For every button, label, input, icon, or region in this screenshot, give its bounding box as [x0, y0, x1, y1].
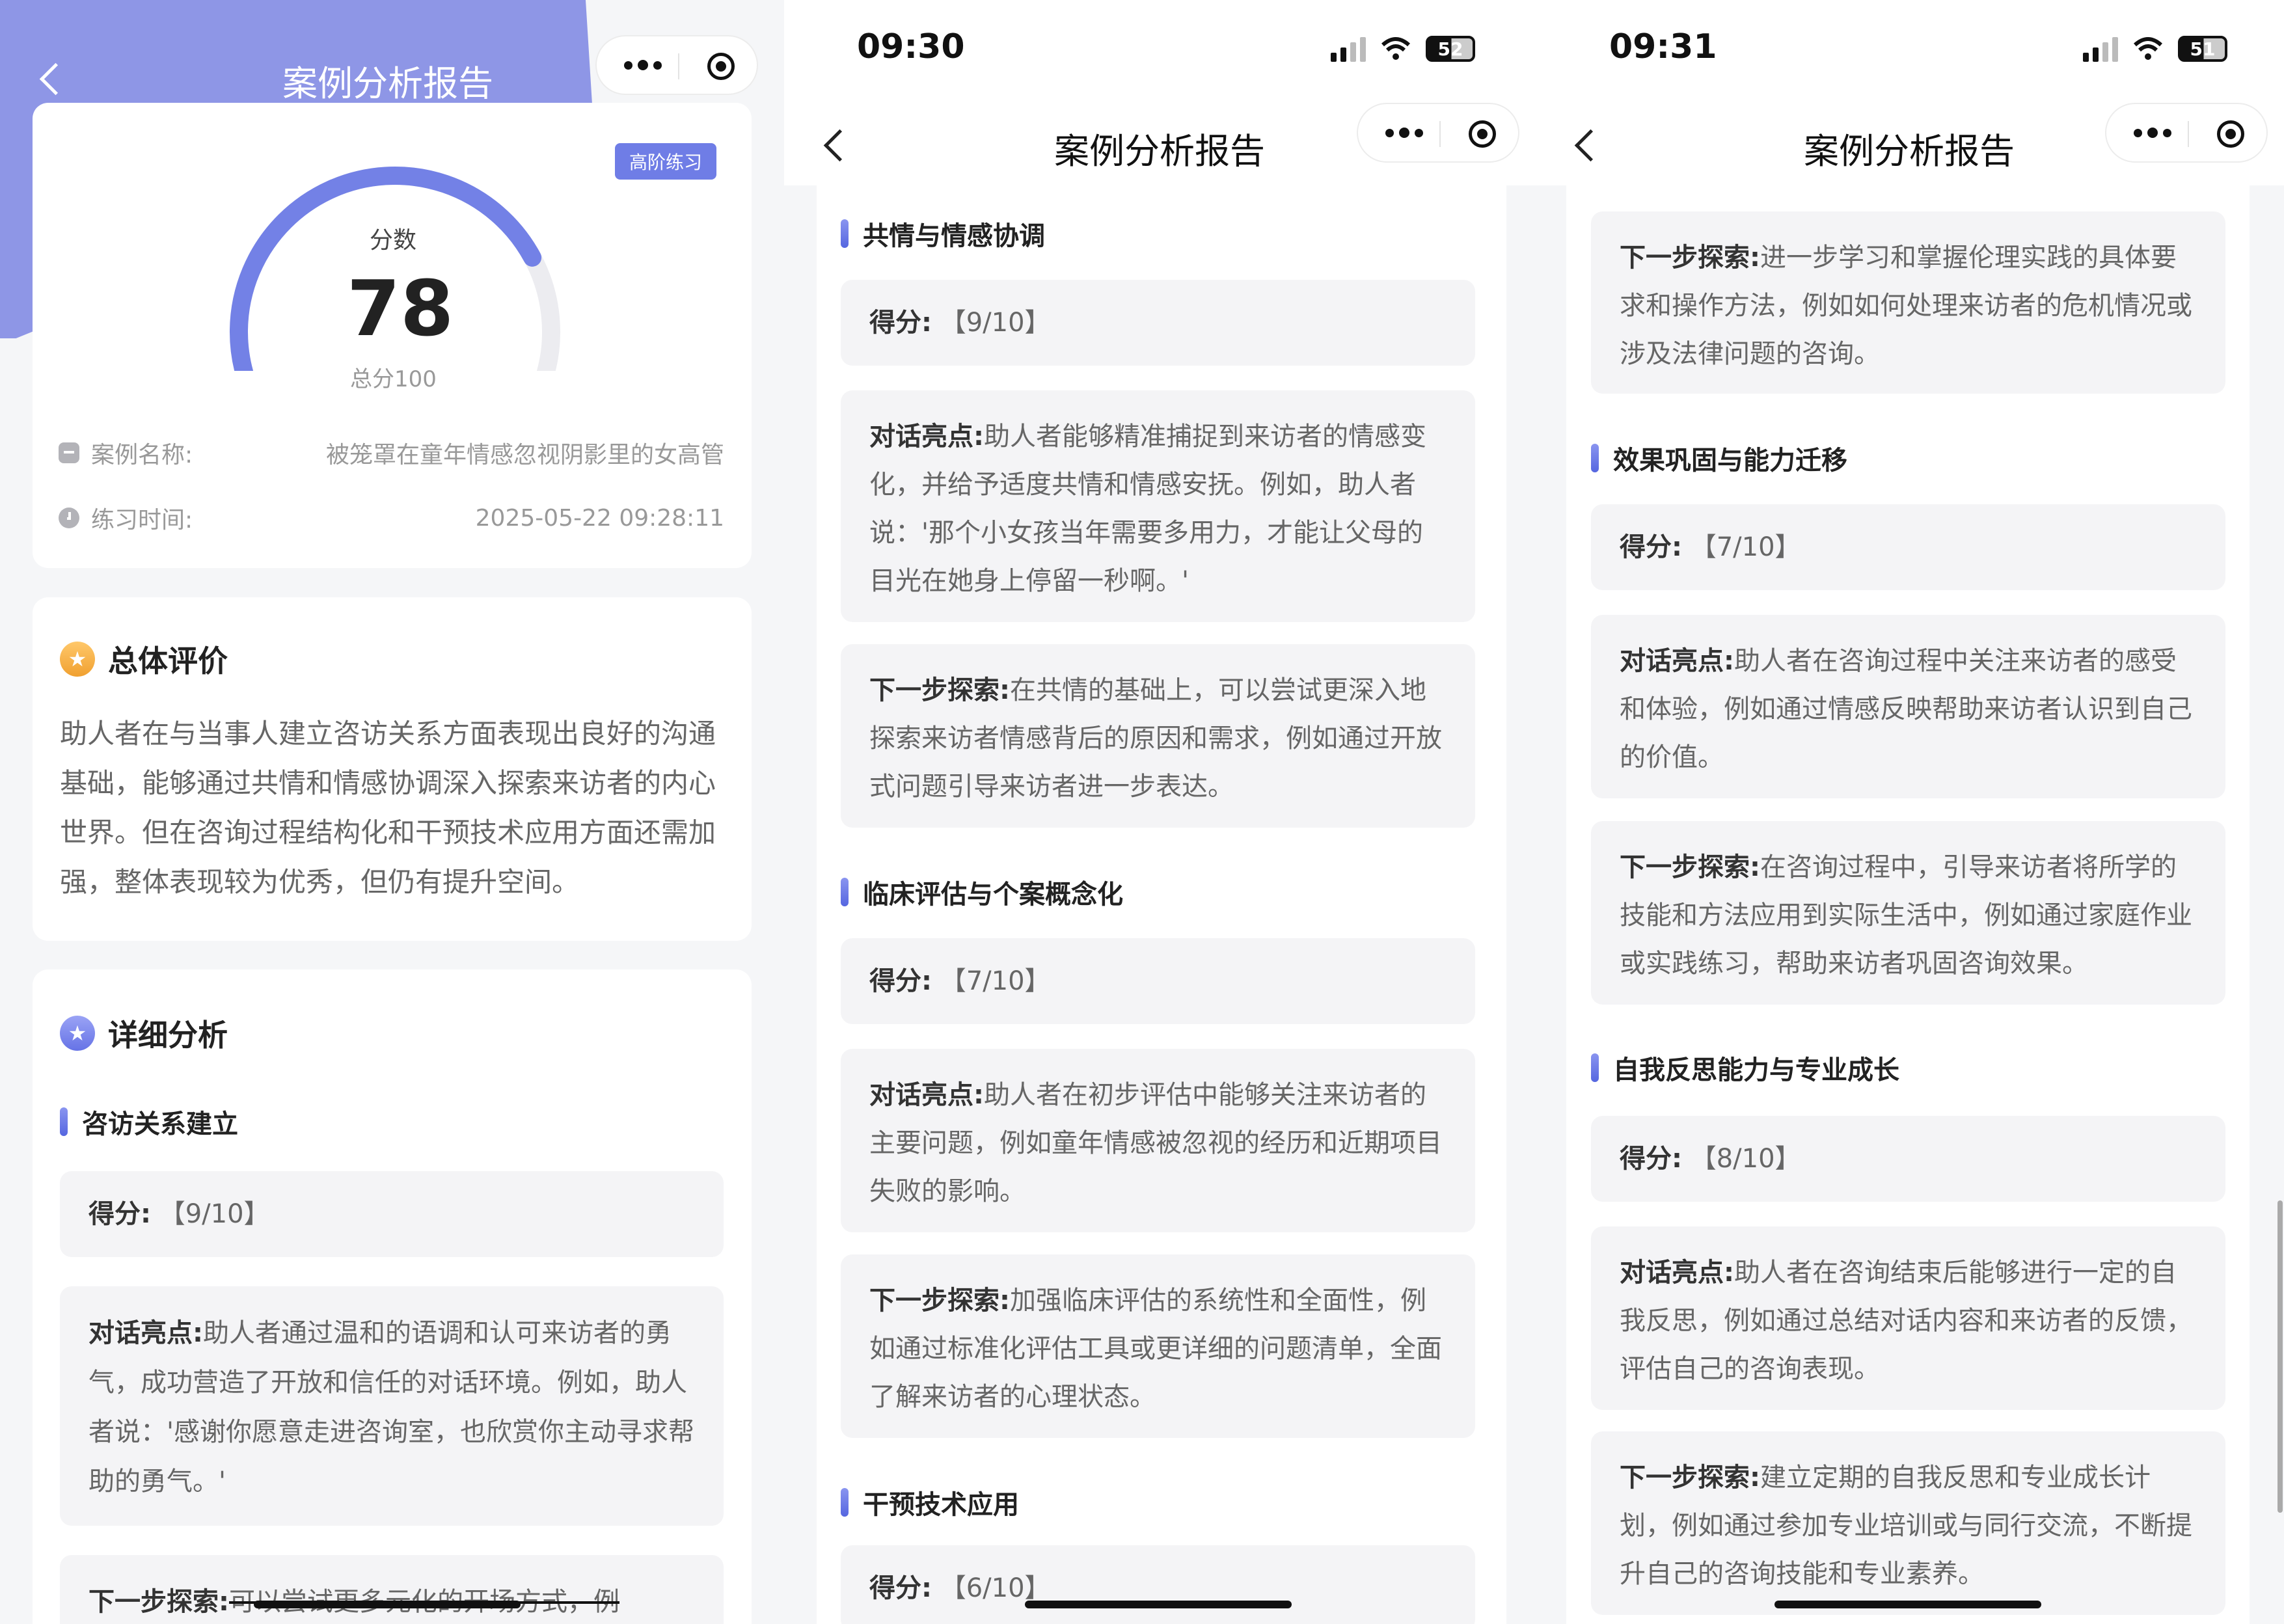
gauge-total: 总分100	[350, 366, 437, 392]
section-title: 共情与情感协调	[841, 215, 1045, 252]
case-name-label: 案例名称:	[91, 442, 193, 468]
section-title: 干预技术应用	[841, 1483, 1019, 1521]
home-indicator[interactable]	[1025, 1601, 1292, 1608]
mini-program-capsule[interactable]	[595, 35, 758, 95]
score-block: 得分: 【6/10】	[841, 1545, 1475, 1624]
highlight-block: 对话亮点:助人者通过温和的语调和认可来访者的勇气，成功营造了开放和信任的对话环境…	[60, 1286, 724, 1526]
overall-text: 助人者在与当事人建立咨访关系方面表现出良好的沟通基础，能够通过共情和情感协调深入…	[60, 718, 716, 898]
practice-time-label: 练习时间:	[91, 507, 193, 534]
home-indicator[interactable]	[1774, 1601, 2041, 1608]
score-block: 得分: 【9/10】	[841, 280, 1475, 366]
level-badge: 高阶练习	[615, 143, 717, 180]
score-block: 得分: 【8/10】	[1591, 1116, 2225, 1202]
home-indicator[interactable]	[254, 1601, 521, 1608]
nav-title: 案例分析报告	[1804, 131, 2015, 172]
case-name-value: 被笼罩在童年情感忽视阴影里的女高管	[325, 442, 724, 468]
mini-program-capsule[interactable]	[1357, 103, 1519, 163]
battery-icon: 51	[2178, 36, 2227, 62]
next-step-block: 下一步探索:在共情的基础上，可以尝试更深入地探索来访者情感背后的原因和需求，例如…	[841, 644, 1475, 828]
status-icons: 52	[1331, 33, 1475, 65]
highlight-block: 对话亮点:助人者在初步评估中能够关注来访者的主要问题，例如童年情感被忽视的经历和…	[841, 1049, 1475, 1232]
document-icon	[59, 442, 79, 463]
highlight-block: 对话亮点:助人者在咨询结束后能够进行一定的自我反思，例如通过总结对话内容和来访者…	[1591, 1226, 2225, 1410]
section-title: 效果巩固与能力迁移	[1591, 439, 1847, 477]
practice-time-value: 2025-05-22 09:28:11	[475, 504, 724, 532]
screen-report-detail-2: 09:31 51 案例分析报告 下一步探索:进一步学习和掌握伦理实践的具体要求和…	[1539, 0, 2284, 1624]
status-icons: 51	[2083, 33, 2227, 65]
battery-icon: 52	[1426, 36, 1475, 62]
signal-icon	[2083, 36, 2118, 62]
gauge-score: 78	[347, 264, 454, 353]
status-time: 09:30	[857, 27, 965, 66]
score-block: 得分: 【7/10】	[841, 938, 1475, 1024]
score-block: 得分: 【7/10】	[1591, 504, 2225, 590]
close-target-icon[interactable]	[707, 53, 735, 80]
case-name-row: 案例名称: 被笼罩在童年情感忽视阴影里的女高管	[59, 436, 724, 470]
nav-title: 案例分析报告	[282, 63, 493, 104]
more-icon[interactable]	[2134, 128, 2171, 138]
mini-program-capsule[interactable]	[2105, 103, 2268, 163]
signal-icon	[1331, 36, 1366, 62]
detail-title: ★ 详细分析	[60, 1012, 228, 1055]
clock-icon	[59, 508, 79, 528]
screen-report-overview: 案例分析报告 高阶练习 分数 78 总分100 案例名称: 被笼罩在童年情感忽视…	[0, 0, 784, 1624]
nav-title: 案例分析报告	[1054, 131, 1265, 172]
status-time: 09:31	[1609, 27, 1717, 66]
section-title: 临床评估与个案概念化	[841, 873, 1123, 911]
screen-report-detail-1: 09:30 52 案例分析报告 共情与情感协调 得分: 【9/10】 对话亮点:…	[784, 0, 1539, 1624]
highlight-block: 对话亮点:助人者在咨询过程中关注来访者的感受和体验，例如通过情感反映帮助来访者认…	[1591, 615, 2225, 798]
star-icon: ★	[60, 642, 95, 677]
section-title: 咨访关系建立	[60, 1103, 238, 1141]
star-icon: ★	[60, 1016, 95, 1051]
next-step-block: 下一步探索:进一步学习和掌握伦理实践的具体要求和操作方法，例如如何处理来访者的危…	[1591, 211, 2225, 394]
wifi-icon	[2133, 37, 2163, 60]
practice-time-row: 练习时间: 2025-05-22 09:28:11	[59, 501, 724, 535]
more-icon[interactable]	[624, 60, 662, 70]
overall-title: ★ 总体评价	[60, 638, 228, 681]
close-target-icon[interactable]	[2217, 120, 2244, 148]
section-title: 自我反思能力与专业成长	[1591, 1049, 1899, 1087]
scrollbar[interactable]	[2277, 1200, 2283, 1513]
wifi-icon	[1381, 37, 1411, 60]
next-step-block: 下一步探索:在咨询过程中，引导来访者将所学的技能和方法应用到实际生活中，例如通过…	[1591, 821, 2225, 1005]
next-step-block: 下一步探索:可以尝试更多元化的开场方式，例	[60, 1555, 724, 1624]
more-icon[interactable]	[1385, 128, 1423, 138]
gauge-label: 分数	[370, 227, 417, 254]
close-target-icon[interactable]	[1469, 120, 1496, 148]
next-step-block: 下一步探索:加强临床评估的系统性和全面性，例如通过标准化评估工具或更详细的问题清…	[841, 1254, 1475, 1438]
highlight-block: 对话亮点:助人者能够精准捕捉到来访者的情感变化，并给予适度共情和情感安抚。例如，…	[841, 390, 1475, 622]
next-step-block: 下一步探索:建立定期的自我反思和专业成长计划，例如通过参加专业培训或与同行交流，…	[1591, 1431, 2225, 1615]
score-block: 得分: 【9/10】	[60, 1171, 724, 1257]
